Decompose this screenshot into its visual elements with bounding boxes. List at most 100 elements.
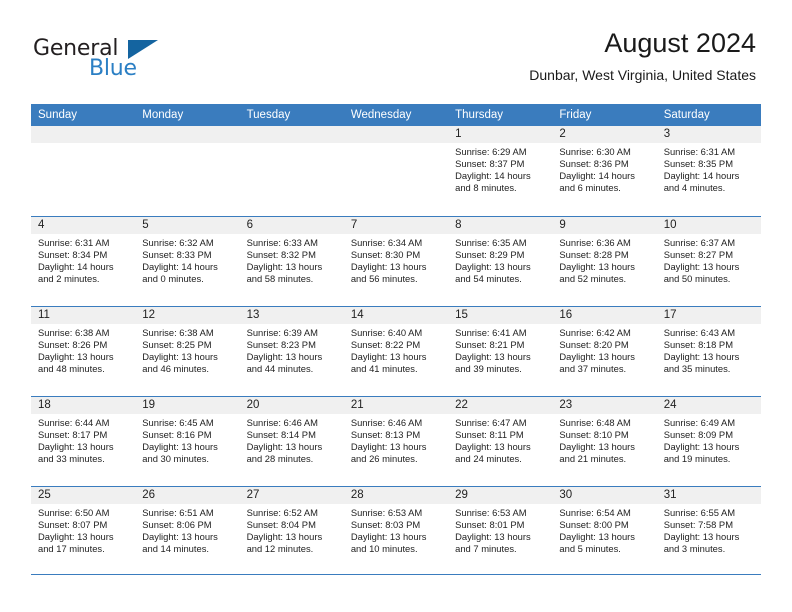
sunset-text: Sunset: 8:26 PM — [38, 339, 108, 351]
daylight-text-line1: Daylight: 13 hours — [246, 441, 323, 453]
day-number-band: 22 — [448, 397, 553, 414]
daylight-text-line1: Daylight: 13 hours — [350, 261, 427, 273]
daylight-text-line1: Daylight: 13 hours — [142, 441, 218, 453]
day-sun-info: Sunrise: 6:30 AM Sunset: 8:36 PM Daylight:… — [552, 143, 656, 194]
calendar-page: General Blue August 2024 Dunbar, West Vi… — [0, 0, 792, 612]
daylight-text-line2: and 54 minutes. — [455, 273, 522, 285]
sunset-text: Sunset: 7:58 PM — [663, 519, 733, 531]
day-number-band: 20 — [239, 397, 344, 414]
day-cell[interactable]: 10 Sunrise: 6:37 AM Sunset: 8:27 PM Dayligh… — [656, 217, 761, 306]
day-sun-info: Sunrise: 6:35 AM Sunset: 8:29 PM Daylight:… — [448, 234, 552, 285]
daylight-text-line2: and 50 minutes. — [663, 273, 731, 285]
day-number-band: 19 — [135, 397, 240, 414]
day-cell[interactable]: 11 Sunrise: 6:38 AM Sunset: 8:26 PM Dayligh… — [31, 307, 136, 396]
daylight-text-line2: and 58 minutes. — [246, 273, 314, 285]
day-sun-info: Sunrise: 6:46 AM Sunset: 8:14 PM Daylight:… — [240, 414, 344, 465]
day-cell[interactable]: 1 Sunrise: 6:29 AM Sunset: 8:37 PM Daylight… — [448, 126, 553, 216]
daylight-text-line1: Daylight: 13 hours — [38, 531, 114, 543]
sunset-text: Sunset: 8:20 PM — [559, 339, 629, 351]
day-cell[interactable]: 23 Sunrise: 6:48 AM Sunset: 8:10 PM Dayligh… — [552, 397, 657, 486]
day-number: 14 — [350, 309, 364, 321]
day-number: 25 — [38, 489, 51, 501]
daylight-text-line1: Daylight: 13 hours — [455, 531, 531, 543]
day-cell[interactable]: 29 Sunrise: 6:53 AM Sunset: 8:01 PM Dayligh… — [448, 487, 553, 576]
daylight-text-line1: Daylight: 13 hours — [350, 531, 427, 543]
day-cell[interactable]: 17 Sunrise: 6:43 AM Sunset: 8:18 PM Dayligh… — [656, 307, 761, 396]
day-cell[interactable]: 12 Sunrise: 6:38 AM Sunset: 8:25 PM Dayligh… — [135, 307, 240, 396]
logo-text-blue: Blue — [89, 56, 137, 81]
sunset-text: Sunset: 8:33 PM — [142, 249, 212, 261]
day-cell[interactable]: 21 Sunrise: 6:46 AM Sunset: 8:13 PM Dayligh… — [343, 397, 449, 486]
weekday-header-monday: Monday — [142, 109, 184, 121]
day-cell[interactable]: 3 Sunrise: 6:31 AM Sunset: 8:35 PM Daylight… — [656, 126, 761, 216]
day-number: 13 — [246, 309, 260, 321]
calendar-grid: Sunday Monday Tuesday Wednesday Thursday… — [31, 104, 761, 576]
weekday-header-thursday: Thursday — [455, 109, 504, 121]
day-number-band: 5 — [135, 217, 240, 234]
day-number: 9 — [559, 219, 566, 231]
day-number-band — [135, 126, 240, 143]
day-number-band: 4 — [31, 217, 136, 234]
day-cell[interactable]: 9 Sunrise: 6:36 AM Sunset: 8:28 PM Daylight… — [552, 217, 657, 306]
day-cell[interactable]: 16 Sunrise: 6:42 AM Sunset: 8:20 PM Dayligh… — [552, 307, 657, 396]
week-row: 25 Sunrise: 6:50 AM Sunset: 8:07 PM Dayligh… — [31, 486, 761, 576]
weekday-header-friday: Friday — [559, 109, 592, 121]
day-cell[interactable]: 24 Sunrise: 6:49 AM Sunset: 8:09 PM Dayligh… — [656, 397, 761, 486]
sunrise-text: Sunrise: 6:32 AM — [142, 237, 214, 248]
sunset-text: Sunset: 8:14 PM — [246, 429, 316, 441]
day-number: 24 — [663, 399, 677, 411]
day-cell[interactable]: 4 Sunrise: 6:31 AM Sunset: 8:34 PM Daylight… — [31, 217, 136, 306]
day-sun-info: Sunrise: 6:52 AM Sunset: 8:04 PM Daylight:… — [240, 504, 344, 555]
daylight-text-line2: and 39 minutes. — [455, 363, 522, 375]
day-cell[interactable]: 2 Sunrise: 6:30 AM Sunset: 8:36 PM Daylight… — [552, 126, 657, 216]
daylight-text-line2: and 0 minutes. — [142, 273, 204, 285]
day-number: 4 — [38, 219, 45, 231]
day-cell[interactable]: 26 Sunrise: 6:51 AM Sunset: 8:06 PM Dayligh… — [135, 487, 240, 576]
day-cell-empty — [343, 126, 449, 216]
day-number-band: 9 — [552, 217, 657, 234]
sunrise-text: Sunrise: 6:49 AM — [663, 417, 736, 428]
day-number-band: 18 — [31, 397, 136, 414]
day-cell[interactable]: 8 Sunrise: 6:35 AM Sunset: 8:29 PM Daylight… — [448, 217, 553, 306]
day-cell[interactable]: 19 Sunrise: 6:45 AM Sunset: 8:16 PM Dayligh… — [135, 397, 240, 486]
daylight-text-line1: Daylight: 13 hours — [663, 261, 740, 273]
daylight-text-line1: Daylight: 14 hours — [38, 261, 114, 273]
day-cell[interactable]: 5 Sunrise: 6:32 AM Sunset: 8:33 PM Daylight… — [135, 217, 240, 306]
day-cell[interactable]: 7 Sunrise: 6:34 AM Sunset: 8:30 PM Daylight… — [343, 217, 449, 306]
day-cell[interactable]: 27 Sunrise: 6:52 AM Sunset: 8:04 PM Dayligh… — [239, 487, 344, 576]
day-number-band: 31 — [656, 487, 761, 504]
day-sun-info: Sunrise: 6:48 AM Sunset: 8:10 PM Daylight:… — [552, 414, 656, 465]
day-number: 27 — [246, 489, 260, 501]
day-number: 23 — [559, 399, 573, 411]
day-cell[interactable]: 30 Sunrise: 6:54 AM Sunset: 8:00 PM Dayligh… — [552, 487, 657, 576]
daylight-text-line2: and 19 minutes. — [663, 453, 731, 465]
daylight-text-line2: and 21 minutes. — [559, 453, 627, 465]
day-cell[interactable]: 28 Sunrise: 6:53 AM Sunset: 8:03 PM Dayligh… — [343, 487, 449, 576]
day-cell[interactable]: 31 Sunrise: 6:55 AM Sunset: 7:58 PM Dayligh… — [656, 487, 761, 576]
general-blue-logo[interactable]: General Blue — [33, 36, 183, 84]
day-sun-info: Sunrise: 6:43 AM Sunset: 8:18 PM Daylight:… — [657, 324, 761, 375]
daylight-text-line2: and 14 minutes. — [142, 543, 209, 555]
day-cell-empty — [239, 126, 344, 216]
sunset-text: Sunset: 8:23 PM — [246, 339, 316, 351]
day-number: 7 — [350, 219, 358, 231]
daylight-text-line2: and 46 minutes. — [142, 363, 209, 375]
sunrise-text: Sunrise: 6:53 AM — [455, 507, 527, 518]
weekday-header-sunday: Sunday — [38, 109, 78, 121]
sunset-text: Sunset: 8:13 PM — [350, 429, 421, 441]
day-number: 11 — [38, 309, 50, 321]
sunrise-text: Sunrise: 6:51 AM — [142, 507, 214, 518]
sunset-text: Sunset: 8:36 PM — [559, 158, 629, 170]
day-cell[interactable]: 14 Sunrise: 6:40 AM Sunset: 8:22 PM Dayligh… — [343, 307, 449, 396]
day-cell[interactable]: 20 Sunrise: 6:46 AM Sunset: 8:14 PM Dayligh… — [239, 397, 344, 486]
day-cell[interactable]: 25 Sunrise: 6:50 AM Sunset: 8:07 PM Dayligh… — [31, 487, 136, 576]
week-row: 18 Sunrise: 6:44 AM Sunset: 8:17 PM Dayligh… — [31, 396, 761, 486]
day-cell[interactable]: 6 Sunrise: 6:33 AM Sunset: 8:32 PM Daylight… — [239, 217, 344, 306]
day-cell[interactable]: 22 Sunrise: 6:47 AM Sunset: 8:11 PM Dayligh… — [448, 397, 553, 486]
day-cell[interactable]: 18 Sunrise: 6:44 AM Sunset: 8:17 PM Dayligh… — [31, 397, 136, 486]
day-cell[interactable]: 13 Sunrise: 6:39 AM Sunset: 8:23 PM Dayligh… — [239, 307, 344, 396]
day-cell[interactable]: 15 Sunrise: 6:41 AM Sunset: 8:21 PM Dayligh… — [448, 307, 553, 396]
daylight-text-line1: Daylight: 13 hours — [246, 261, 323, 273]
sunrise-text: Sunrise: 6:34 AM — [350, 237, 423, 248]
day-number-band — [343, 126, 449, 143]
